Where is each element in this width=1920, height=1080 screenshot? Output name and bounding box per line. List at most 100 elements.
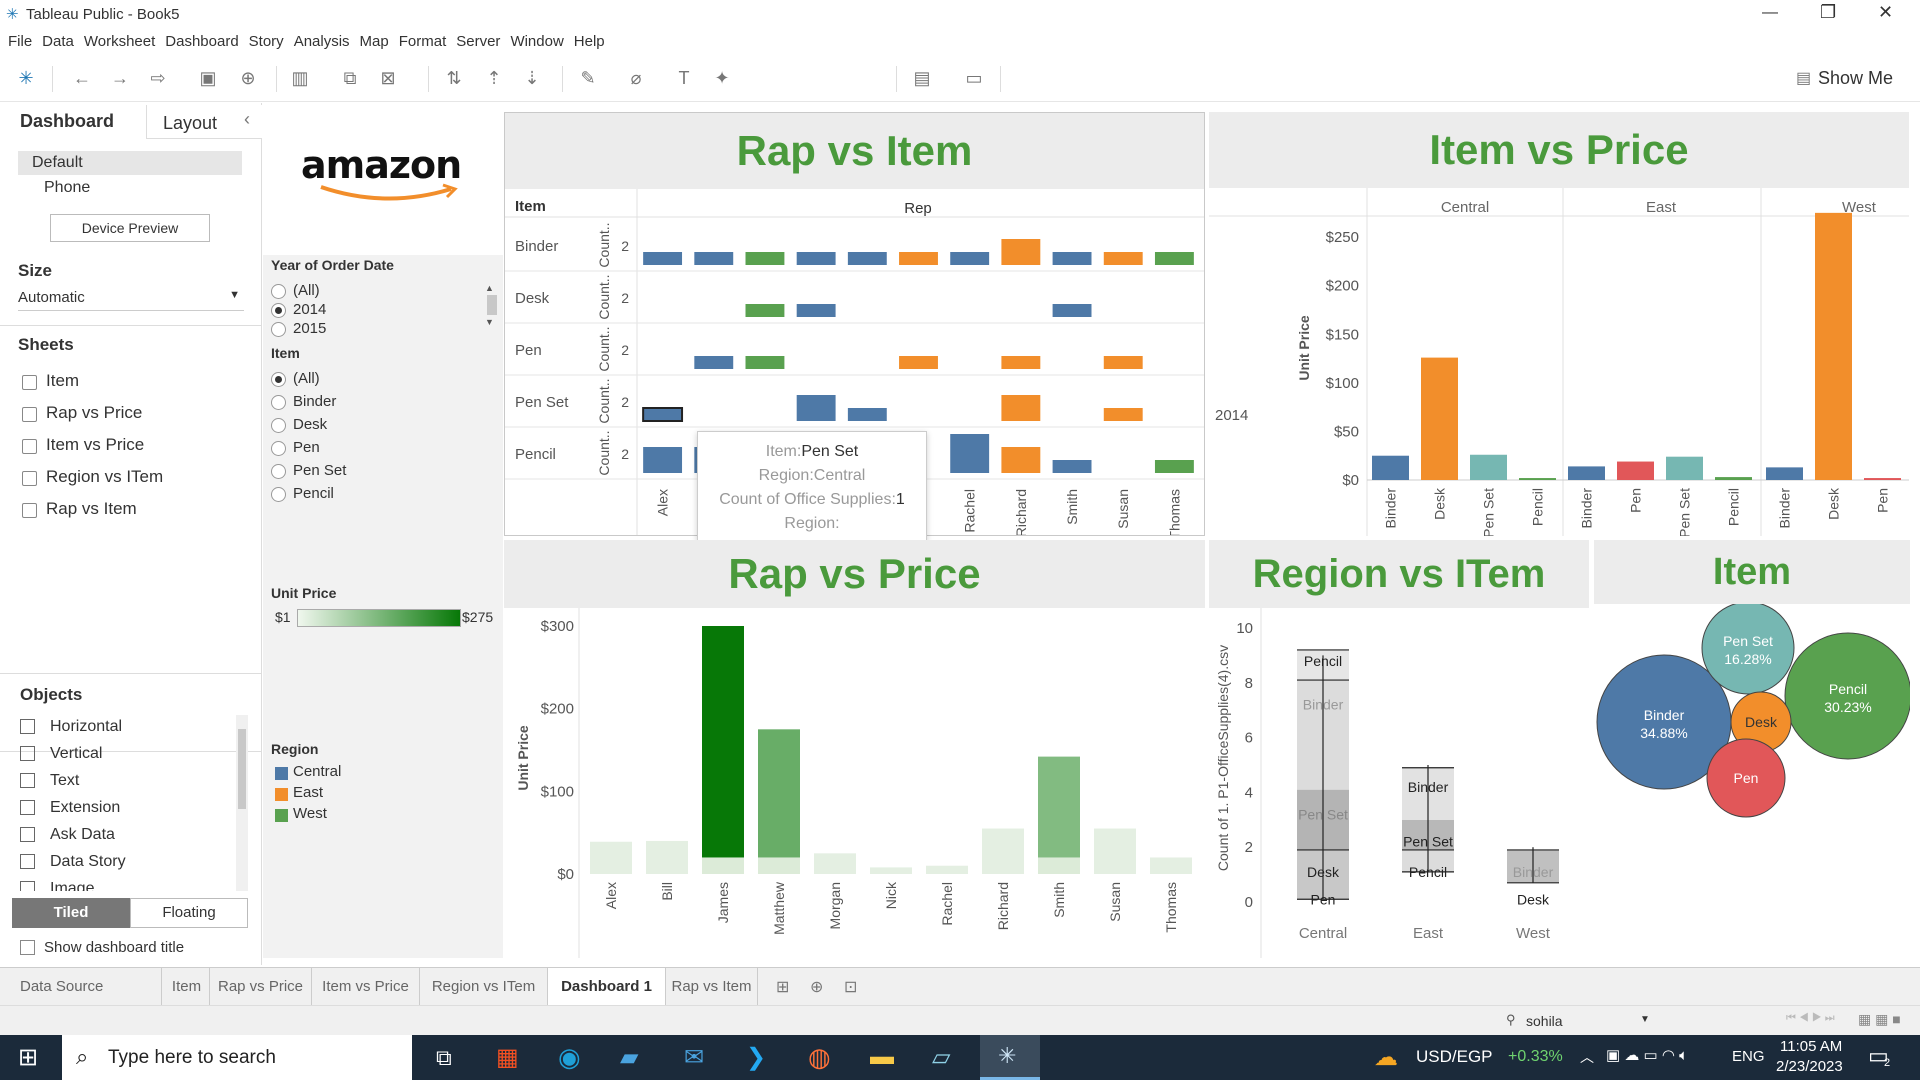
item-option[interactable]: Pencil [263, 483, 334, 505]
sheet-item[interactable]: Item [0, 365, 262, 397]
rap-vs-item-bar[interactable] [899, 252, 938, 265]
notes-app-icon[interactable]: ▱ [932, 1043, 950, 1072]
device-default[interactable]: Default [18, 151, 242, 175]
rap-vs-item-bar[interactable] [745, 356, 785, 369]
duplicate-icon[interactable]: ⧉ [338, 66, 362, 90]
store-icon[interactable]: ▦ [496, 1043, 519, 1072]
object-extension[interactable]: Extension [0, 794, 236, 821]
menu-story[interactable]: Story [249, 30, 284, 54]
sheet-tab[interactable]: Rap vs Price [210, 968, 312, 1006]
item-vs-price-bar[interactable] [1666, 456, 1703, 480]
item-bubble-sheet[interactable]: Item Binder 34.88% Pen Set 16.28% Pencil 30.2… [1594, 540, 1910, 958]
swap-icon[interactable]: ⇅ [442, 66, 466, 90]
new-datasource-icon[interactable]: ⊕ [236, 66, 260, 90]
rap-vs-item-bar[interactable] [1001, 356, 1041, 369]
item-bubble-chart[interactable]: Binder 34.88% Pen Set 16.28% Pencil 30.23% Des… [1594, 604, 1910, 844]
item-vs-price-bar[interactable] [1766, 467, 1803, 480]
ticker-label[interactable]: USD/EGP [1416, 1047, 1493, 1067]
pin-icon[interactable]: ✦ [710, 66, 734, 90]
rap-vs-item-bar[interactable] [1103, 356, 1143, 369]
menu-file[interactable]: File [8, 30, 32, 54]
replay-icon[interactable]: ⇨ [146, 66, 170, 90]
objects-scrollbar[interactable] [236, 715, 248, 891]
chevron-down-icon[interactable]: ▼ [1640, 1014, 1650, 1025]
rap-vs-item-bar[interactable] [847, 408, 887, 421]
tray-icons[interactable]: ▣ ☁ ▭ ◠ 🔈︎ [1606, 1046, 1688, 1064]
item-vs-price-bar[interactable] [1372, 455, 1409, 480]
tray-chevron-icon[interactable]: ︿ [1580, 1047, 1594, 1067]
save-icon[interactable]: ▣ [196, 66, 220, 90]
rap-vs-item-bar[interactable] [1103, 408, 1143, 421]
rap-vs-item-bar[interactable] [796, 252, 836, 265]
rap-vs-item-bar[interactable] [1001, 239, 1041, 265]
sheet-tab[interactable]: Dashboard 1 [548, 968, 666, 1006]
sort-asc-icon[interactable]: ⇡ [482, 66, 506, 90]
label-icon[interactable]: T [672, 66, 696, 90]
item-vs-price-bar[interactable] [1470, 454, 1507, 480]
rap-vs-price-bar[interactable] [1094, 828, 1136, 874]
rap-vs-item-bar[interactable] [1001, 447, 1041, 473]
rap-vs-price-bar[interactable] [982, 828, 1024, 874]
nav-arrows-icon[interactable]: ⏮ ◀ ▶ ⏭ [1786, 1012, 1835, 1025]
item-vs-price-bar[interactable] [1715, 477, 1752, 480]
menu-worksheet[interactable]: Worksheet [84, 30, 155, 54]
new-worksheet-icon[interactable]: ⊞ [776, 977, 789, 997]
sheet-tab[interactable]: Region vs ITem [420, 968, 548, 1006]
item-vs-price-bar[interactable] [1568, 466, 1605, 480]
rap-vs-item-bar[interactable] [1103, 252, 1143, 265]
rap-vs-item-sheet[interactable]: Rap vs Item Item Rep Binder Count.. 2 Desk Cou… [504, 112, 1205, 541]
menu-format[interactable]: Format [399, 30, 447, 54]
item-option[interactable]: Binder [263, 391, 336, 413]
rap-vs-item-bar[interactable] [694, 252, 734, 265]
rap-vs-item-bar[interactable] [847, 252, 887, 265]
firefox-icon[interactable]: ◍ [808, 1042, 831, 1073]
rap-vs-price-sheet[interactable]: Rap vs Price Unit Price $300 $200 $100 $0 Ale… [504, 540, 1205, 958]
windows-start-icon[interactable]: ⊞ [18, 1043, 38, 1072]
rap-vs-item-bar[interactable] [1052, 304, 1092, 317]
year-filter-scrollbar[interactable]: ▲ ▼ [485, 283, 499, 341]
rap-vs-price-bar[interactable] [590, 841, 632, 874]
rap-vs-price-bar[interactable] [702, 626, 744, 874]
clock-date[interactable]: 2/23/2023 [1776, 1058, 1843, 1075]
rap-vs-item-bar[interactable] [950, 434, 990, 473]
menu-server[interactable]: Server [456, 30, 500, 54]
clock-time[interactable]: 11:05 AM [1780, 1038, 1842, 1055]
task-view-icon[interactable]: ⧉ [436, 1045, 452, 1071]
undo-icon[interactable]: ← [70, 66, 94, 90]
rap-vs-item-bar[interactable] [796, 395, 836, 421]
tab-dashboard[interactable]: Dashboard [20, 111, 114, 132]
language-indicator[interactable]: ENG [1732, 1048, 1765, 1065]
floating-button[interactable]: Floating [130, 898, 248, 928]
rap-vs-item-bar[interactable] [796, 304, 836, 317]
rap-vs-item-bar[interactable] [745, 304, 785, 317]
edge-icon[interactable]: ◉ [558, 1042, 581, 1073]
rap-vs-price-bar[interactable] [646, 840, 688, 874]
new-dashboard-icon[interactable]: ⊕ [810, 977, 823, 997]
sheet-tab[interactable]: Item vs Price [312, 968, 420, 1006]
object-horizontal[interactable]: Horizontal [0, 713, 236, 740]
sort-desc-icon[interactable]: ⇣ [520, 66, 544, 90]
photos-icon[interactable]: ▰ [620, 1043, 638, 1072]
year-option[interactable]: 2015 [263, 318, 326, 340]
item-vs-price-bar[interactable] [1617, 461, 1654, 480]
sheet-item[interactable]: Rap vs Price [0, 397, 262, 429]
menu-help[interactable]: Help [574, 30, 605, 54]
user-name[interactable]: sohila [1526, 1013, 1563, 1029]
redo-icon[interactable]: → [108, 66, 132, 90]
rap-vs-price-bar[interactable] [1150, 857, 1192, 874]
show-cards-icon[interactable]: ▤ [910, 66, 934, 90]
item-option[interactable]: Pen [263, 437, 320, 459]
region-vs-item-chart[interactable]: Count of 1. P1-OfficeSupplies(4).csv 10 8 6… [1209, 608, 1589, 958]
item-vs-price-chart[interactable]: 2014 Unit Price $250 $200 $150 $100 $50 $0 Centr… [1209, 188, 1909, 536]
item-option[interactable]: Pen Set [263, 460, 346, 482]
minimize-button[interactable]: — [1762, 4, 1778, 22]
rap-vs-item-bar[interactable] [1001, 395, 1041, 421]
item-vs-price-bar[interactable] [1421, 357, 1458, 480]
presentation-icon[interactable]: ▭ [962, 66, 986, 90]
new-story-icon[interactable]: ⊡ [844, 977, 857, 997]
rap-vs-price-bar[interactable] [1038, 756, 1080, 874]
device-preview-button[interactable]: Device Preview [50, 214, 210, 242]
item-bubble[interactable] [1701, 604, 1795, 695]
rap-vs-item-bar[interactable] [950, 252, 990, 265]
rap-vs-price-bar[interactable] [758, 729, 800, 874]
